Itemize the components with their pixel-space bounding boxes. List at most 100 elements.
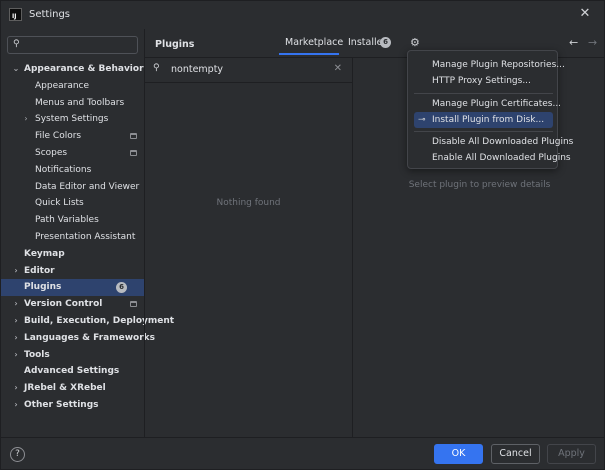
sidebar-item-label: Editor (24, 265, 55, 276)
sidebar-item-label: Notifications (35, 164, 92, 175)
sidebar-item-menus-and-toolbars[interactable]: Menus and Toolbars (1, 95, 144, 112)
menu-item-label: Enable All Downloaded Plugins (432, 153, 571, 163)
sidebar-item-label: Menus and Toolbars (35, 97, 125, 108)
tab-marketplace[interactable]: Marketplace (285, 37, 343, 48)
menu-separator (414, 93, 553, 94)
plugin-search-input[interactable]: ⚲ nontempty ✕ (145, 58, 352, 82)
menu-item-disable-downloaded[interactable]: Disable All Downloaded Plugins (414, 134, 573, 150)
close-icon[interactable]: ✕ (578, 7, 592, 21)
menu-item-manage-certificates[interactable]: Manage Plugin Certificates... (414, 96, 561, 112)
sidebar-item-scopes[interactable]: Scopes (1, 145, 144, 162)
menu-separator (414, 131, 553, 132)
preview-hint-text: Select plugin to preview details (408, 180, 551, 190)
project-scope-icon (130, 133, 137, 140)
search-divider (145, 82, 352, 83)
sidebar-item-path-variables[interactable]: Path Variables (1, 212, 144, 229)
search-icon: ⚲ (153, 63, 160, 73)
back-arrow-icon[interactable]: ← (569, 36, 578, 49)
sidebar-item-system-settings[interactable]: › System Settings (1, 111, 144, 128)
sidebar-item-quick-lists[interactable]: Quick Lists (1, 195, 144, 212)
sidebar-item-keymap[interactable]: Keymap (1, 246, 144, 263)
sidebar-item-label: Quick Lists (35, 198, 84, 209)
chevron-right-icon[interactable]: › (12, 296, 20, 313)
sidebar-item-label: Plugins (24, 282, 62, 293)
plugin-update-badge: 6 (116, 282, 127, 294)
sidebar-item-languages-frameworks[interactable]: › Languages & Frameworks (1, 330, 155, 347)
sidebar-item-file-colors[interactable]: File Colors (1, 128, 144, 145)
page-title: Plugins (155, 39, 195, 50)
sidebar-item-label: Path Variables (35, 215, 99, 226)
sidebar-item-appearance[interactable]: Appearance (1, 78, 144, 95)
sidebar-item-jrebel-xrebel[interactable]: › JRebel & XRebel (1, 380, 144, 397)
sidebar-item-build-execution-deployment[interactable]: › Build, Execution, Deployment (1, 313, 174, 330)
chevron-right-icon[interactable]: › (12, 347, 20, 364)
sidebar-item-label: Other Settings (24, 399, 99, 410)
chevron-right-icon[interactable]: › (12, 380, 20, 397)
sidebar-item-label: Data Editor and Viewer (35, 181, 140, 192)
menu-item-enable-downloaded[interactable]: Enable All Downloaded Plugins (414, 150, 571, 166)
chevron-right-icon[interactable]: › (22, 111, 30, 128)
chevron-down-icon[interactable]: ⌄ (12, 61, 20, 78)
sidebar-item-plugins[interactable]: Plugins 6 (1, 279, 144, 297)
sidebar-item-label: System Settings (35, 114, 109, 125)
sidebar-item-other-settings[interactable]: › Other Settings (1, 397, 144, 414)
sidebar-item-label: Languages & Frameworks (24, 332, 156, 343)
sidebar-item-version-control[interactable]: › Version Control (1, 296, 144, 313)
app-icon: IJ (9, 8, 22, 21)
empty-results-text: Nothing found (216, 198, 281, 208)
menu-item-manage-repositories[interactable]: Manage Plugin Repositories... (414, 57, 565, 73)
sidebar-item-label: Version Control (24, 299, 103, 310)
sidebar-item-label: Appearance (35, 80, 90, 91)
gear-dropdown-menu: Manage Plugin Repositories... HTTP Proxy… (407, 50, 573, 169)
menu-item-label: Manage Plugin Certificates... (432, 99, 562, 109)
installed-count-badge: 6 (380, 37, 391, 48)
settings-window: IJ Settings ✕ ⚲ ⌄ Appearance & Behavior Ap… (0, 0, 605, 470)
sidebar-item-label: Tools (24, 349, 50, 360)
plugin-search-value: nontempty (171, 64, 224, 75)
chevron-right-icon[interactable]: › (12, 330, 20, 347)
forward-arrow-icon[interactable]: → (588, 36, 597, 49)
clear-search-icon[interactable]: ✕ (334, 63, 342, 74)
menu-item-label: Disable All Downloaded Plugins (432, 137, 574, 147)
sidebar-item-label: Presentation Assistant (35, 231, 136, 242)
menu-item-label: Install Plugin from Disk... (432, 115, 545, 125)
apply-button[interactable]: Apply (547, 444, 596, 464)
sidebar-item-presentation-assistant[interactable]: Presentation Assistant (1, 229, 144, 246)
title-bar: IJ Settings ✕ (1, 1, 604, 29)
sidebar-item-data-editor-and-viewer[interactable]: Data Editor and Viewer (1, 179, 144, 196)
help-icon[interactable]: ? (10, 447, 25, 462)
sidebar-item-label: JRebel & XRebel (24, 383, 106, 394)
settings-tree: ⌄ Appearance & Behavior Appearance Menus an… (1, 61, 174, 414)
menu-item-http-proxy[interactable]: HTTP Proxy Settings... (414, 73, 553, 89)
sidebar-item-label: Build, Execution, Deployment (24, 315, 175, 326)
menu-item-label: HTTP Proxy Settings... (432, 76, 531, 86)
project-scope-icon (130, 149, 137, 156)
plug-icon: ⊸ (418, 115, 426, 125)
sidebar-item-notifications[interactable]: Notifications (1, 162, 144, 179)
sidebar-item-tools[interactable]: › Tools (1, 347, 144, 364)
chevron-right-icon[interactable]: › (12, 313, 20, 330)
gear-icon[interactable]: ⚙ (410, 36, 420, 49)
app-icon-text: IJ (12, 13, 17, 20)
sidebar-item-advanced-settings[interactable]: Advanced Settings (1, 363, 144, 380)
sidebar-item-label: File Colors (35, 131, 82, 142)
ok-button[interactable]: OK (434, 444, 483, 464)
active-tab-indicator (279, 53, 339, 55)
sidebar-item-label: Scopes (35, 147, 68, 158)
settings-search-input[interactable]: ⚲ (7, 36, 138, 54)
cancel-button[interactable]: Cancel (491, 444, 540, 464)
search-icon: ⚲ (13, 39, 20, 49)
settings-sidebar: ⚲ ⌄ Appearance & Behavior Appearance Menus … (1, 29, 174, 437)
sidebar-item-appearance-behavior[interactable]: ⌄ Appearance & Behavior (1, 61, 144, 78)
menu-item-label: Manage Plugin Repositories... (432, 60, 565, 70)
sidebar-item-label: Advanced Settings (24, 366, 120, 377)
chevron-right-icon[interactable]: › (12, 263, 20, 280)
sidebar-item-label: Keymap (24, 248, 65, 259)
menu-item-install-from-disk[interactable]: ⊸ Install Plugin from Disk... (414, 112, 553, 128)
sidebar-item-editor[interactable]: › Editor (1, 263, 144, 280)
window-title: Settings (29, 9, 71, 20)
project-scope-icon (130, 301, 137, 308)
list-preview-divider (352, 58, 353, 437)
sidebar-divider (144, 29, 145, 437)
chevron-right-icon[interactable]: › (12, 397, 20, 414)
